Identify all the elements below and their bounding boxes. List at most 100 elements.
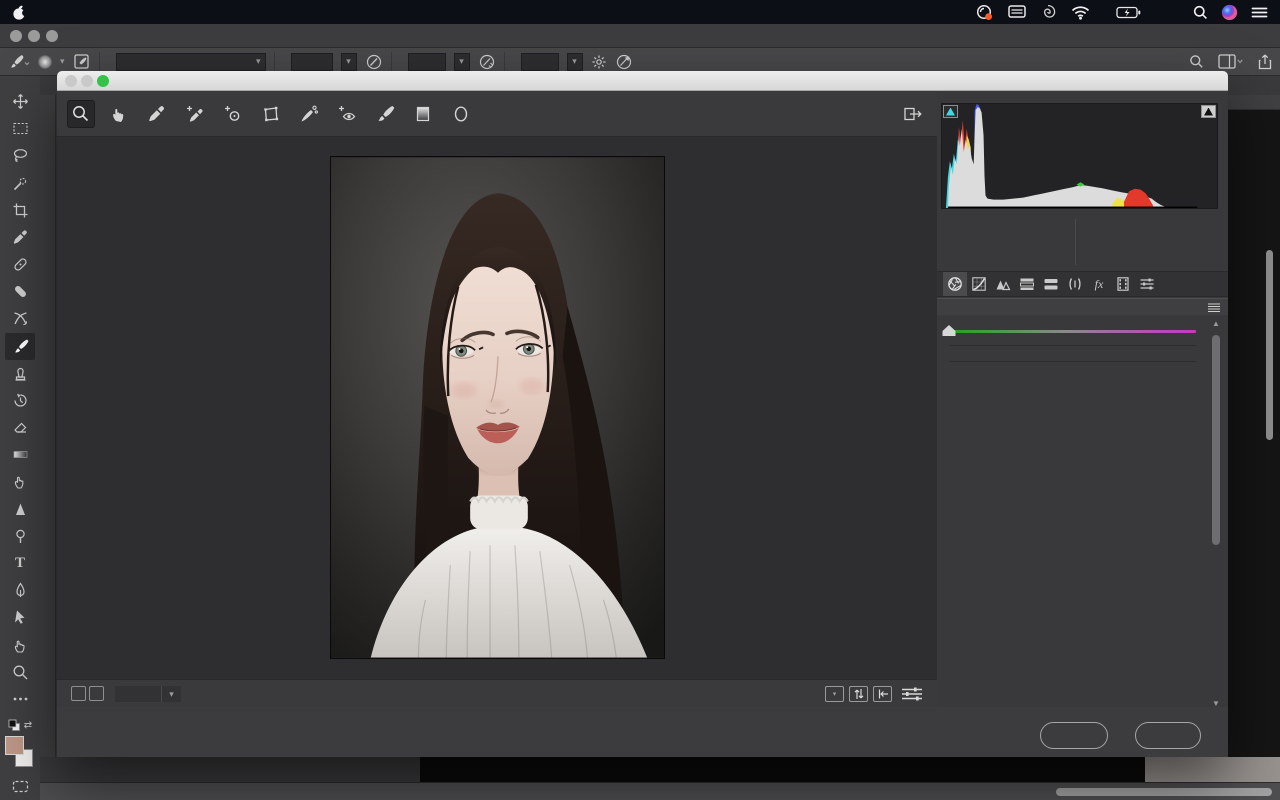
red-eye-removal-tool[interactable] — [333, 100, 361, 128]
workspace-switcher-icon[interactable] — [1218, 54, 1244, 69]
drive-icon[interactable] — [1007, 4, 1027, 20]
pressure-size-icon[interactable] — [615, 53, 633, 71]
copy-settings-button[interactable] — [873, 686, 892, 702]
swap-colors-icon[interactable]: ⇄ — [24, 720, 32, 731]
history-brush-tool[interactable] — [5, 387, 35, 414]
shadow-clipping-indicator[interactable] — [943, 105, 958, 118]
cancel-button[interactable] — [1040, 722, 1108, 749]
scroll-up-icon[interactable]: ▲ — [1212, 319, 1220, 328]
brush-tool-preset-icon[interactable] — [8, 53, 30, 71]
screen-mode-icon[interactable] — [5, 773, 35, 800]
brush-picker-caret[interactable]: ▾ — [60, 56, 65, 67]
dialog-minimize-button[interactable] — [81, 75, 93, 87]
healing-brush-tool[interactable] — [5, 278, 35, 305]
opacity-caret[interactable]: ▾ — [341, 53, 357, 71]
toggle-panel-icon[interactable] — [899, 100, 927, 128]
white-balance-tool[interactable] — [143, 100, 171, 128]
preview-mode-button[interactable]: ▾ — [825, 686, 844, 702]
zoom-level-caret[interactable]: ▾ — [161, 686, 181, 702]
apple-logo-icon[interactable] — [12, 4, 27, 21]
highlight-clipping-indicator[interactable] — [1201, 105, 1216, 118]
siri-icon[interactable] — [1221, 4, 1238, 21]
tab-split-toning[interactable] — [1039, 272, 1063, 296]
vertical-scrollbar[interactable] — [1266, 250, 1273, 440]
tab-effects[interactable]: fx — [1087, 272, 1111, 296]
smoothing-value[interactable] — [521, 53, 559, 71]
smoothing-caret[interactable]: ▾ — [567, 53, 583, 71]
search-icon[interactable] — [1189, 54, 1204, 69]
panel-menu-icon[interactable] — [1208, 303, 1220, 312]
adjustment-brush-tool[interactable] — [371, 100, 399, 128]
tint-slider[interactable] — [949, 325, 1196, 337]
brush-preset-picker[interactable] — [38, 55, 52, 69]
panel-scrollbar-thumb[interactable] — [1212, 335, 1220, 545]
tab-basic[interactable] — [943, 272, 967, 296]
histogram[interactable] — [941, 103, 1218, 209]
quick-selection-tool[interactable] — [5, 170, 35, 197]
eyedropper-tool[interactable] — [5, 224, 35, 251]
ok-button[interactable] — [1135, 722, 1201, 749]
flow-value[interactable] — [408, 53, 446, 71]
zoom-level-select[interactable] — [115, 686, 161, 702]
sharpen-tool[interactable] — [5, 496, 35, 523]
hand-tool[interactable] — [105, 100, 133, 128]
zoom-out-button[interactable] — [71, 686, 86, 701]
crop-tool[interactable] — [5, 197, 35, 224]
graduated-filter-tool[interactable] — [409, 100, 437, 128]
spot-removal-tool[interactable] — [295, 100, 323, 128]
zoom-in-button[interactable] — [89, 686, 104, 701]
spot-healing-brush-tool[interactable] — [5, 251, 35, 278]
path-selection-tool[interactable] — [5, 604, 35, 631]
tab-detail[interactable] — [991, 272, 1015, 296]
zoom-window-button[interactable] — [46, 30, 58, 42]
recording-status-icon[interactable] — [975, 4, 994, 21]
list-icon[interactable] — [1251, 6, 1268, 19]
opacity-value[interactable] — [291, 53, 333, 71]
foreground-color-swatch[interactable] — [5, 736, 24, 755]
rectangular-marquee-tool[interactable] — [5, 115, 35, 142]
airbrush-icon[interactable] — [478, 53, 496, 71]
edit-toolbar-icon[interactable] — [5, 686, 35, 713]
type-tool[interactable]: T — [5, 550, 35, 577]
dodge-tool[interactable] — [5, 523, 35, 550]
image-preview-area[interactable] — [57, 137, 937, 679]
minimize-window-button[interactable] — [28, 30, 40, 42]
brush-tool[interactable] — [5, 333, 35, 360]
lasso-tool[interactable] — [5, 142, 35, 169]
spiral-icon[interactable] — [1040, 4, 1058, 20]
share-icon[interactable] — [1258, 54, 1272, 70]
smoothing-gear-icon[interactable] — [591, 54, 607, 70]
smudge-tool[interactable] — [5, 468, 35, 495]
zoom-tool[interactable] — [67, 100, 95, 128]
swap-before-after-button[interactable] — [849, 686, 868, 702]
targeted-adjustment-tool[interactable] — [219, 100, 247, 128]
zoom-tool[interactable] — [5, 659, 35, 686]
flow-caret[interactable]: ▾ — [454, 53, 470, 71]
move-tool[interactable] — [5, 88, 35, 115]
tab-camera-calibration[interactable] — [1111, 272, 1135, 296]
hand-tool[interactable] — [5, 631, 35, 658]
color-sampler-tool[interactable] — [181, 100, 209, 128]
blend-mode-select[interactable]: ▾ — [116, 53, 266, 71]
panel-scrollbar[interactable]: ▲ ▼ — [1212, 327, 1220, 627]
dialog-titlebar[interactable] — [57, 71, 1228, 91]
pen-tool[interactable] — [5, 577, 35, 604]
tab-lens-corrections[interactable] — [1063, 272, 1087, 296]
portrait-preview-image[interactable] — [330, 156, 665, 659]
eraser-tool[interactable] — [5, 414, 35, 441]
pressure-opacity-icon[interactable] — [365, 53, 383, 71]
preview-preferences-icon[interactable] — [901, 686, 923, 702]
content-aware-move-tool[interactable] — [5, 305, 35, 332]
close-window-button[interactable] — [10, 30, 22, 42]
gradient-tool[interactable] — [5, 441, 35, 468]
dialog-zoom-button[interactable] — [97, 75, 109, 87]
transform-tool[interactable] — [257, 100, 285, 128]
default-colors-icon[interactable] — [8, 719, 21, 732]
toggle-brush-panel-icon[interactable] — [73, 53, 91, 71]
radial-filter-tool[interactable] — [447, 100, 475, 128]
dialog-close-button[interactable] — [65, 75, 77, 87]
spotlight-search-icon[interactable] — [1193, 5, 1208, 20]
tab-presets[interactable] — [1135, 272, 1159, 296]
tab-tone-curve[interactable] — [967, 272, 991, 296]
clone-stamp-tool[interactable] — [5, 360, 35, 387]
